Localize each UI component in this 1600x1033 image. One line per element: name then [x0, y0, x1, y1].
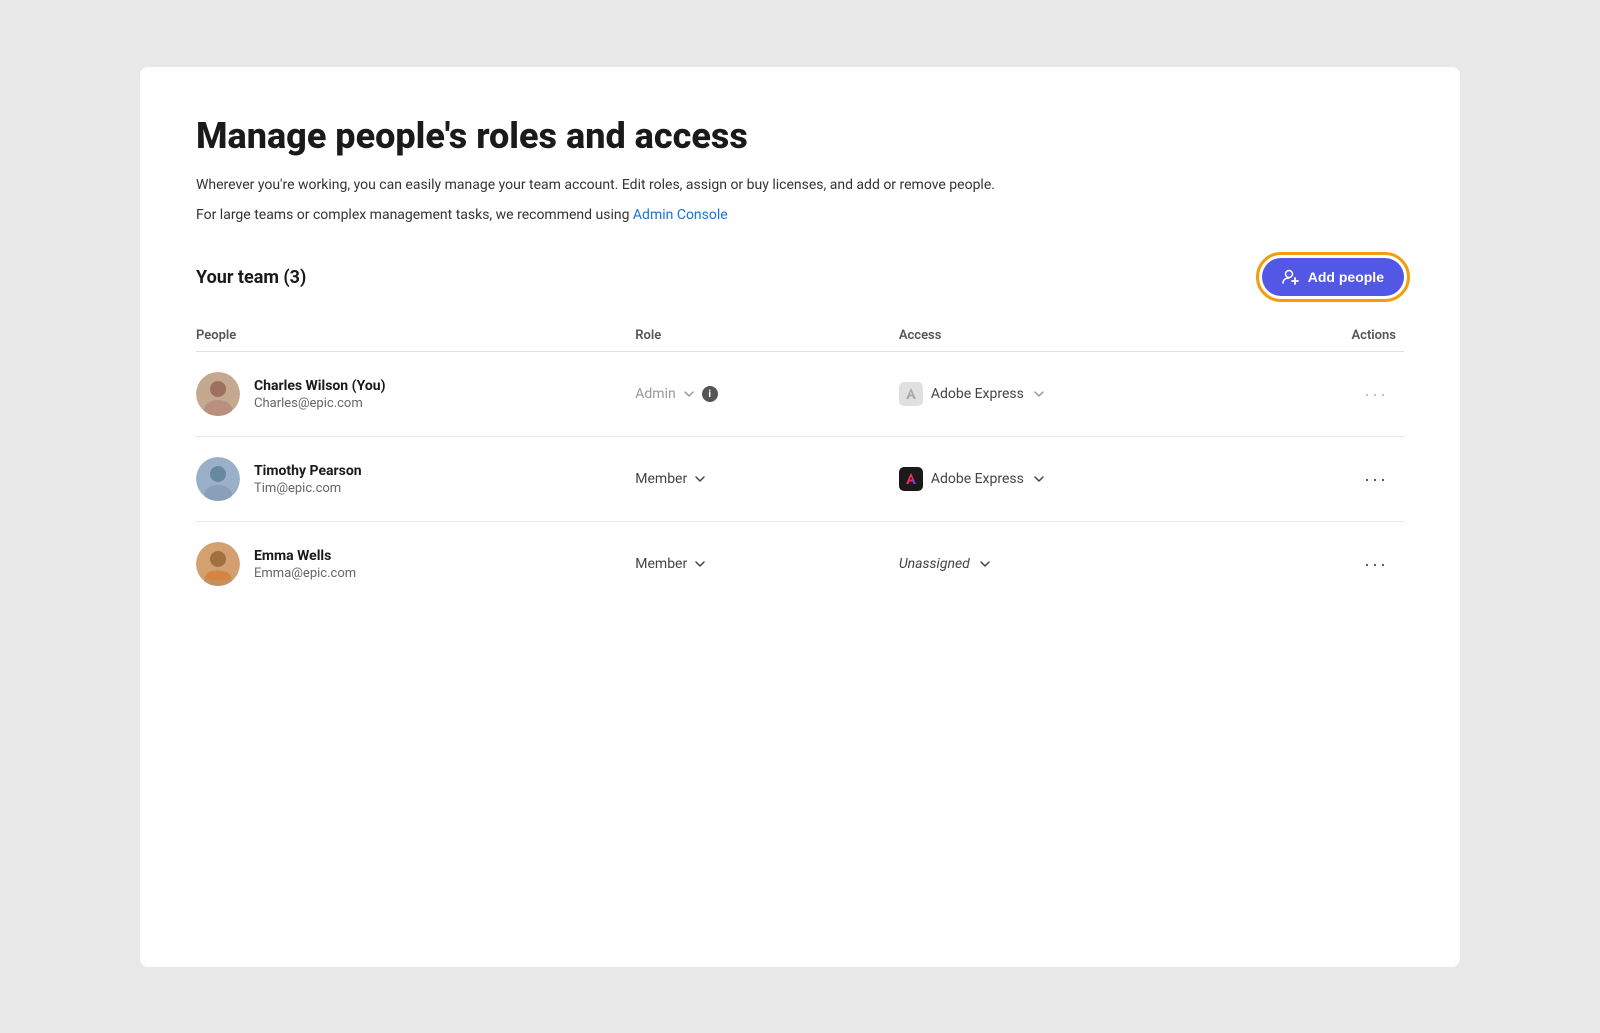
access-cell-timothy: Adobe Express [899, 467, 1228, 491]
role-text-emma: Member [635, 556, 687, 572]
avatar-charles [196, 372, 240, 416]
avatar-timothy [196, 457, 240, 501]
person-name-charles: Charles Wilson (You) [254, 378, 386, 394]
actions-cell-charles: ··· [1228, 381, 1404, 407]
role-cell-emma: Member [635, 556, 899, 572]
access-chevron-icon-timothy[interactable] [1032, 472, 1046, 486]
more-actions-button-timothy[interactable]: ··· [1356, 466, 1396, 492]
actions-cell-emma: ··· [1228, 551, 1404, 577]
person-email-charles: Charles@epic.com [254, 396, 386, 411]
person-cell-charles: Charles Wilson (You) Charles@epic.com [196, 372, 635, 416]
person-email-emma: Emma@epic.com [254, 566, 356, 581]
person-info-charles: Charles Wilson (You) Charles@epic.com [254, 378, 386, 411]
info-icon[interactable]: i [702, 386, 718, 402]
add-people-button[interactable]: Add people [1262, 258, 1404, 296]
more-actions-button-emma[interactable]: ··· [1356, 551, 1396, 577]
adobe-express-icon-dark [899, 467, 923, 491]
role-text-charles: Admin [635, 386, 675, 402]
person-info-timothy: Timothy Pearson Tim@epic.com [254, 463, 362, 496]
access-chevron-icon-charles[interactable] [1032, 387, 1046, 401]
table-row: Timothy Pearson Tim@epic.com Member [196, 437, 1404, 522]
chevron-down-icon[interactable] [693, 557, 707, 571]
access-text-timothy: Adobe Express [931, 471, 1024, 487]
add-people-label: Add people [1308, 269, 1384, 285]
col-access: Access [899, 328, 1228, 343]
person-cell-timothy: Timothy Pearson Tim@epic.com [196, 457, 635, 501]
avatar-emma [196, 542, 240, 586]
access-chevron-icon-emma[interactable] [978, 557, 992, 571]
role-text-timothy: Member [635, 471, 687, 487]
person-name-timothy: Timothy Pearson [254, 463, 362, 479]
person-email-timothy: Tim@epic.com [254, 481, 362, 496]
team-heading: Your team (3) [196, 267, 306, 288]
chevron-down-icon[interactable] [693, 472, 707, 486]
page-description-2: For large teams or complex management ta… [196, 204, 1404, 226]
page-title: Manage people's roles and access [196, 115, 1404, 158]
person-cell-emma: Emma Wells Emma@epic.com [196, 542, 635, 586]
access-text-emma: Unassigned [899, 556, 970, 572]
col-actions: Actions [1228, 328, 1404, 343]
person-name-emma: Emma Wells [254, 548, 356, 564]
page-description-1: Wherever you're working, you can easily … [196, 174, 1404, 196]
table-row: Charles Wilson (You) Charles@epic.com Ad… [196, 352, 1404, 437]
col-role: Role [635, 328, 899, 343]
person-info-emma: Emma Wells Emma@epic.com [254, 548, 356, 581]
table-row: Emma Wells Emma@epic.com Member Unassign… [196, 522, 1404, 606]
adobe-express-icon-light [899, 382, 923, 406]
main-card: Manage people's roles and access Whereve… [140, 67, 1460, 967]
chevron-down-icon[interactable] [682, 387, 696, 401]
more-actions-button-charles[interactable]: ··· [1356, 381, 1396, 407]
table-header: People Role Access Actions [196, 320, 1404, 352]
actions-cell-timothy: ··· [1228, 466, 1404, 492]
access-cell-charles: Adobe Express [899, 382, 1228, 406]
add-person-icon [1282, 268, 1300, 286]
access-text-charles: Adobe Express [931, 386, 1024, 402]
access-cell-emma: Unassigned [899, 556, 1228, 572]
role-cell-timothy: Member [635, 471, 899, 487]
admin-console-link[interactable]: Admin Console [633, 207, 728, 223]
team-header: Your team (3) Add people [196, 258, 1404, 296]
col-people: People [196, 328, 635, 343]
role-cell-charles: Admin i [635, 386, 899, 402]
